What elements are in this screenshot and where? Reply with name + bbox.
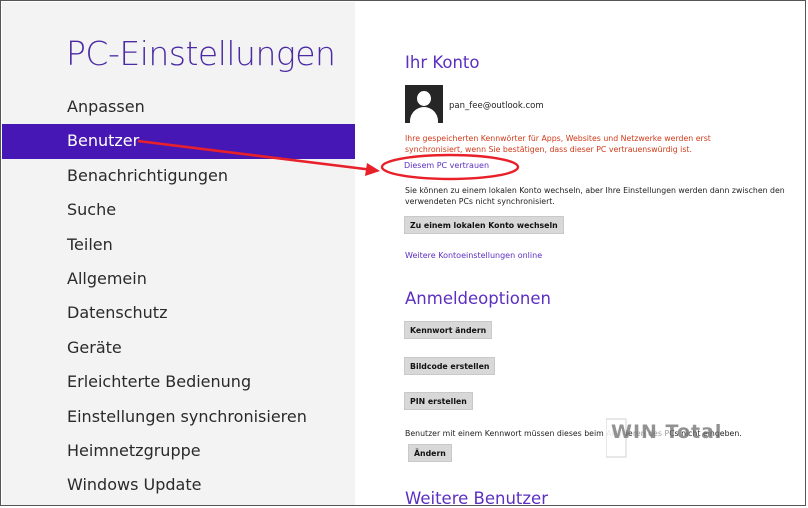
avatar <box>405 85 443 123</box>
create-picture-password-button[interactable]: Bildcode erstellen <box>404 357 496 375</box>
watermark-text: WIN Total <box>611 421 723 443</box>
signin-options-heading: Anmeldeoptionen <box>405 289 551 308</box>
change-password-button[interactable]: Kennwort ändern <box>404 321 493 339</box>
local-account-info: Sie können zu einem lokalen Konto wechse… <box>405 186 785 206</box>
trust-pc-link[interactable]: Diesem PC vertrauen <box>404 161 489 170</box>
sidebar-nav: Anpassen Benutzer Benachrichtigungen Suc… <box>2 90 355 503</box>
sidebar-item-benutzer[interactable]: Benutzer <box>2 124 355 159</box>
sidebar-item-sync[interactable]: Einstellungen synchronisieren <box>2 400 355 434</box>
sidebar-item-benachrichtigungen[interactable]: Benachrichtigungen <box>2 159 355 193</box>
sidebar-item-datenschutz[interactable]: Datenschutz <box>2 296 355 330</box>
sidebar-item-suche[interactable]: Suche <box>2 193 355 227</box>
settings-window: PC-Einstellungen Anpassen Benutzer Benac… <box>0 0 806 506</box>
password-policy-text: Benutzer mit einem Kennwort müssen diese… <box>405 429 742 438</box>
sidebar-item-allgemein[interactable]: Allgemein <box>2 262 355 296</box>
sidebar-item-windows-update[interactable]: Windows Update <box>2 468 355 502</box>
sidebar-item-anpassen[interactable]: Anpassen <box>2 90 355 124</box>
create-pin-button[interactable]: PIN erstellen <box>404 392 473 410</box>
trust-warning-text: Ihre gespeicherten Kennwörter für Apps, … <box>405 134 711 154</box>
sidebar-item-geraete[interactable]: Geräte <box>2 331 355 365</box>
main-content: Ihr Konto pan_fee@outlook.com Ihre gespe… <box>355 2 805 506</box>
account-heading: Ihr Konto <box>405 53 480 72</box>
page-title: PC-Einstellungen <box>66 34 336 73</box>
switch-local-account-button[interactable]: Zu einem lokalen Konto wechseln <box>404 216 564 234</box>
sidebar-item-teilen[interactable]: Teilen <box>2 228 355 262</box>
sidebar-item-heimnetzgruppe[interactable]: Heimnetzgruppe <box>2 434 355 468</box>
sidebar: PC-Einstellungen Anpassen Benutzer Benac… <box>2 2 355 505</box>
more-account-settings-link[interactable]: Weitere Kontoeinstellungen online <box>405 251 542 260</box>
user-silhouette-icon <box>417 91 431 106</box>
change-policy-button[interactable]: Ändern <box>408 444 452 462</box>
account-email: pan_fee@outlook.com <box>449 101 544 111</box>
sidebar-item-erleichterte-bedienung[interactable]: Erleichterte Bedienung <box>2 365 355 399</box>
other-users-heading: Weitere Benutzer <box>405 489 548 506</box>
